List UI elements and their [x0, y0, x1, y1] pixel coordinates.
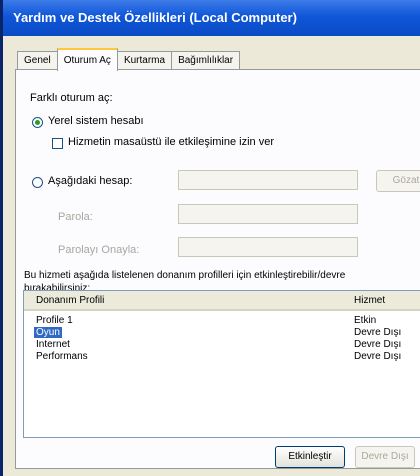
profiles-description-line1: Bu hizmeti aşağıda listelenen donanım pr… — [24, 270, 346, 281]
profile-name: Internet — [36, 339, 70, 350]
local-system-label[interactable]: Yerel sistem hesabı — [48, 115, 144, 127]
desktop-interact-label[interactable]: Hizmetin masaüstü ile etkileşimine izin … — [68, 136, 274, 148]
tab-strip: Genel Oturum Aç Kurtarma Bağımlılıklar — [17, 48, 241, 71]
service-status: Devre Dışı — [354, 339, 402, 350]
service-status: Devre Dışı — [354, 351, 402, 362]
confirm-password-input[interactable] — [178, 237, 358, 257]
tab-logon[interactable]: Oturum Aç — [56, 48, 118, 71]
password-label: Parola: — [58, 211, 93, 223]
tab-general[interactable]: Genel — [17, 51, 58, 70]
column-header-profile[interactable]: Donanım Profili — [36, 295, 104, 306]
profile-name: Profile 1 — [36, 315, 73, 326]
properties-window: Yardım ve Destek Özellikleri (Local Comp… — [0, 0, 420, 476]
this-account-radio[interactable] — [32, 177, 43, 188]
browse-button[interactable]: Gözat — [376, 170, 420, 192]
enable-button[interactable]: Etkinleştir — [275, 446, 345, 468]
password-input[interactable] — [178, 204, 358, 224]
confirm-password-label: Parolayı Onayla: — [58, 244, 140, 256]
profile-name: Oyun — [34, 327, 62, 338]
service-status: Devre Dışı — [354, 327, 402, 338]
tab-dependencies[interactable]: Bağımlılıklar — [171, 51, 241, 70]
account-name-input[interactable] — [178, 170, 358, 190]
this-account-label[interactable]: Aşağıdaki hesap: — [48, 175, 132, 187]
column-header-service[interactable]: Hizmet — [354, 295, 385, 306]
profile-name: Performans — [36, 351, 88, 362]
list-header: Donanım Profili Hizmet — [24, 291, 420, 311]
disable-button[interactable]: Devre Dışı — [355, 446, 415, 468]
hardware-profiles-list[interactable]: Donanım Profili Hizmet Profile 1 Etkin O… — [23, 290, 420, 438]
desktop-interact-checkbox[interactable] — [52, 138, 63, 149]
window-title: Yardım ve Destek Özellikleri (Local Comp… — [3, 0, 420, 36]
service-status: Etkin — [354, 315, 377, 326]
tab-recovery[interactable]: Kurtarma — [116, 51, 173, 70]
local-system-radio[interactable] — [32, 117, 43, 128]
logon-section-label: Farklı oturum aç: — [30, 92, 113, 104]
